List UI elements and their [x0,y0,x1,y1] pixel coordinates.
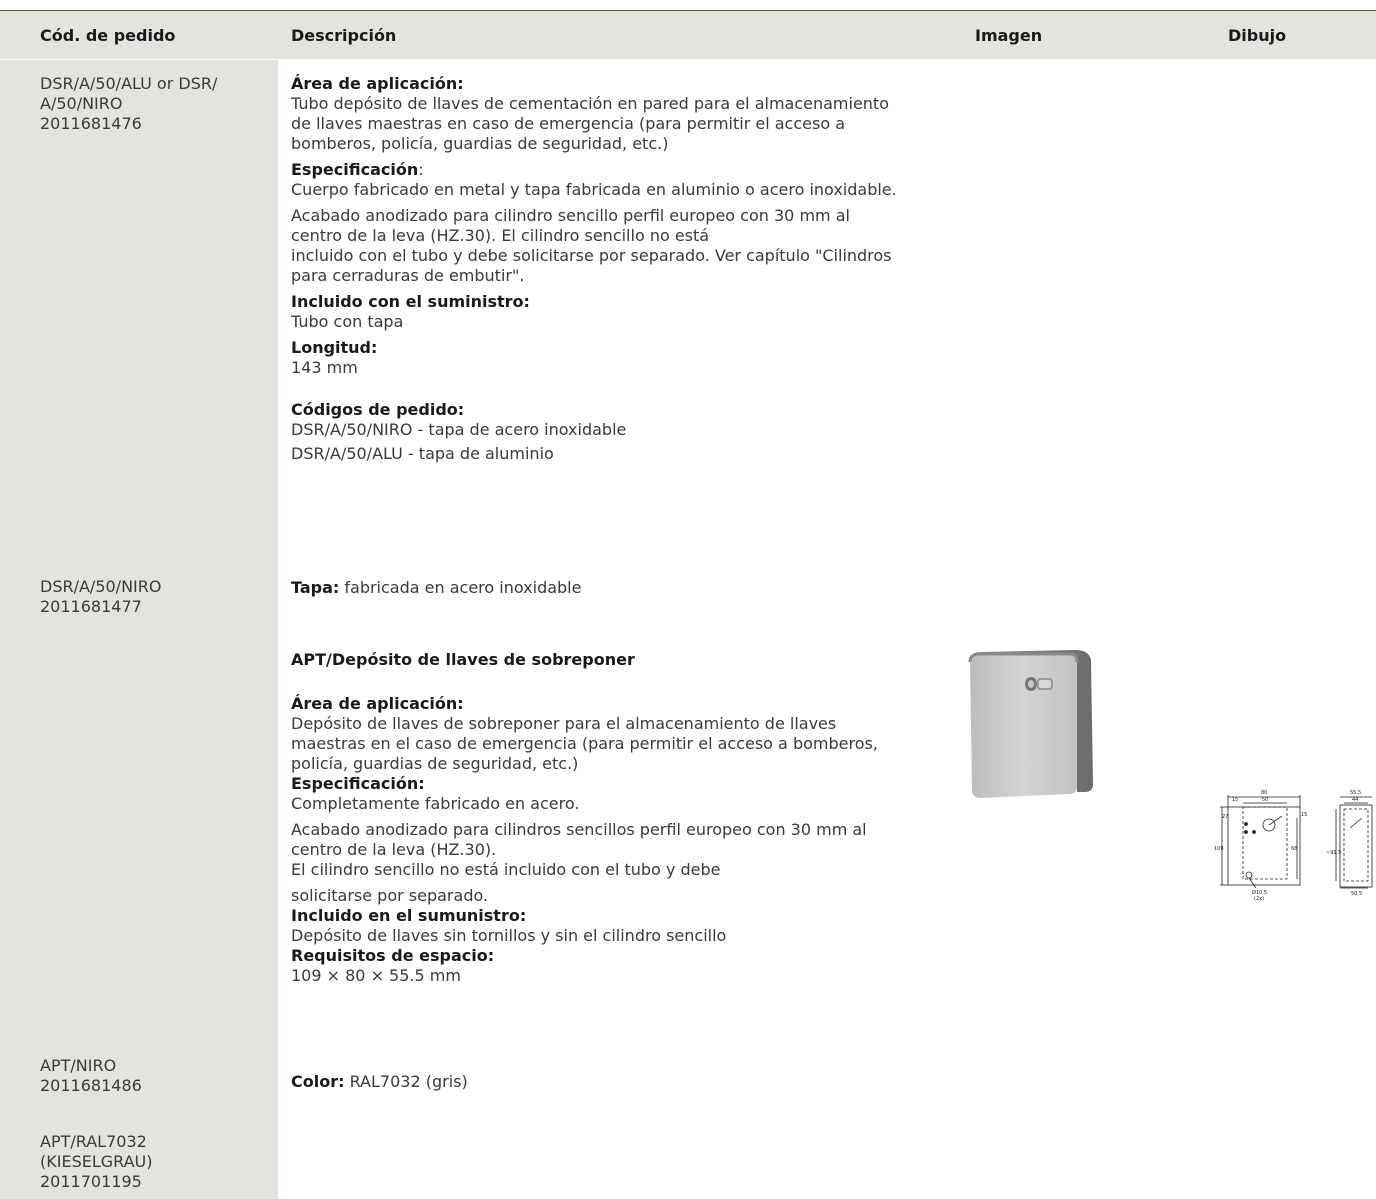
length-title: Longitud: [291,338,378,357]
header-image: Imagen [975,26,1043,45]
order-code-alu: DSR/A/50/ALU - tapa de aluminio [291,444,554,463]
color-title: Color: [291,1072,345,1091]
apt-spec-title: Especificación: [291,774,425,793]
tapa-title: Tapa: [291,578,340,597]
code-column: DSR/A/50/ALU or DSR/ A/50/NIRO 201168147… [0,60,278,1199]
apt-included-text: Depósito de llaves sin tornillos y sin e… [291,926,727,945]
length-text: 143 mm [291,358,358,377]
header-code: Cód. de pedido [40,26,176,45]
apt-finish-text-1: Acabado anodizado para cilindros sencill… [291,820,867,859]
key-depot-photo [968,650,1093,798]
description-block-2: Tapa: fabricada en acero inoxidable [291,578,901,598]
area-text: Tubo depósito de llaves de cementación e… [291,94,889,153]
dim-15: 15 [1232,797,1238,803]
dim-15b: 15 [1301,812,1307,818]
order-code-niro: DSR/A/50/NIRO - tapa de acero inoxidable [291,420,627,439]
dim-80: 80 [1261,790,1267,796]
apt-area-title: Área de aplicación: [291,694,464,713]
dim-68: 68 [1291,846,1297,852]
dim-44: 44 [1352,797,1358,803]
apt-area-text: Depósito de llaves de sobreponer para el… [291,714,878,773]
order-code-2: DSR/A/50/NIRO 2011681477 [40,577,162,616]
dim-55: 55.5 [1350,790,1361,796]
apt-space-text: 109 × 80 × 55.5 mm [291,966,461,985]
order-code-4: APT/RAL7032 (KIESELGRAU) 2011701195 [40,1132,153,1191]
technical-drawing: 80 50 15 27 15 109 68 Ø10.5 (2x) 55.5 44… [1214,790,1373,902]
spec-colon: : [418,160,424,179]
description-block-4: Color: RAL7032 (gris) [291,1072,901,1092]
apt-finish-text-3: solicitarse por separado. [291,886,489,905]
order-codes-title: Códigos de pedido: [291,400,465,419]
spec-title: Especificación [291,160,419,179]
apt-included-title: Incluido en el sumunistro: [291,906,527,925]
tapa-text: fabricada en acero inoxidable [339,578,582,597]
apt-title: APT/Depósito de llaves de sobreponer [291,650,635,669]
dim-dia: Ø10.5 [1252,889,1267,896]
area-title: Área de aplicación: [291,74,464,93]
dim-50b: 50.5 [1351,891,1362,897]
order-code-3: APT/NIRO 2011681486 [40,1056,142,1095]
description-block-1: Área de aplicación: Tubo depósito de lla… [291,74,901,464]
apt-finish-text-2: El cilindro sencillo no está incluido co… [291,860,721,879]
included-title: Incluido con el suministro: [291,292,530,311]
dim-91: ~91.5 [1326,850,1341,856]
header-drawing: Dibujo [1228,26,1287,45]
spec-text: Cuerpo fabricado en metal y tapa fabrica… [291,180,897,199]
included-text: Tubo con tapa [291,312,404,331]
order-code-1: DSR/A/50/ALU or DSR/ A/50/NIRO 201168147… [40,74,218,133]
dim-109: 109 [1214,846,1224,852]
color-text: RAL7032 (gris) [344,1072,468,1091]
dim-27: 27 [1222,814,1228,820]
finish-text-2: incluido con el tubo y debe solicitarse … [291,246,892,285]
apt-spec-text: Completamente fabricado en acero. [291,794,580,813]
header-description: Descripción [291,26,397,45]
dim-2x: (2x) [1254,896,1264,902]
description-block-3: APT/Depósito de llaves de sobreponer Áre… [291,650,901,986]
finish-text-1: Acabado anodizado para cilindro sencillo… [291,206,850,245]
table-header: Cód. de pedido Descripción Imagen Dibujo [0,11,1376,59]
apt-space-title: Requisitos de espacio: [291,946,495,965]
dim-50: 50 [1262,797,1268,803]
